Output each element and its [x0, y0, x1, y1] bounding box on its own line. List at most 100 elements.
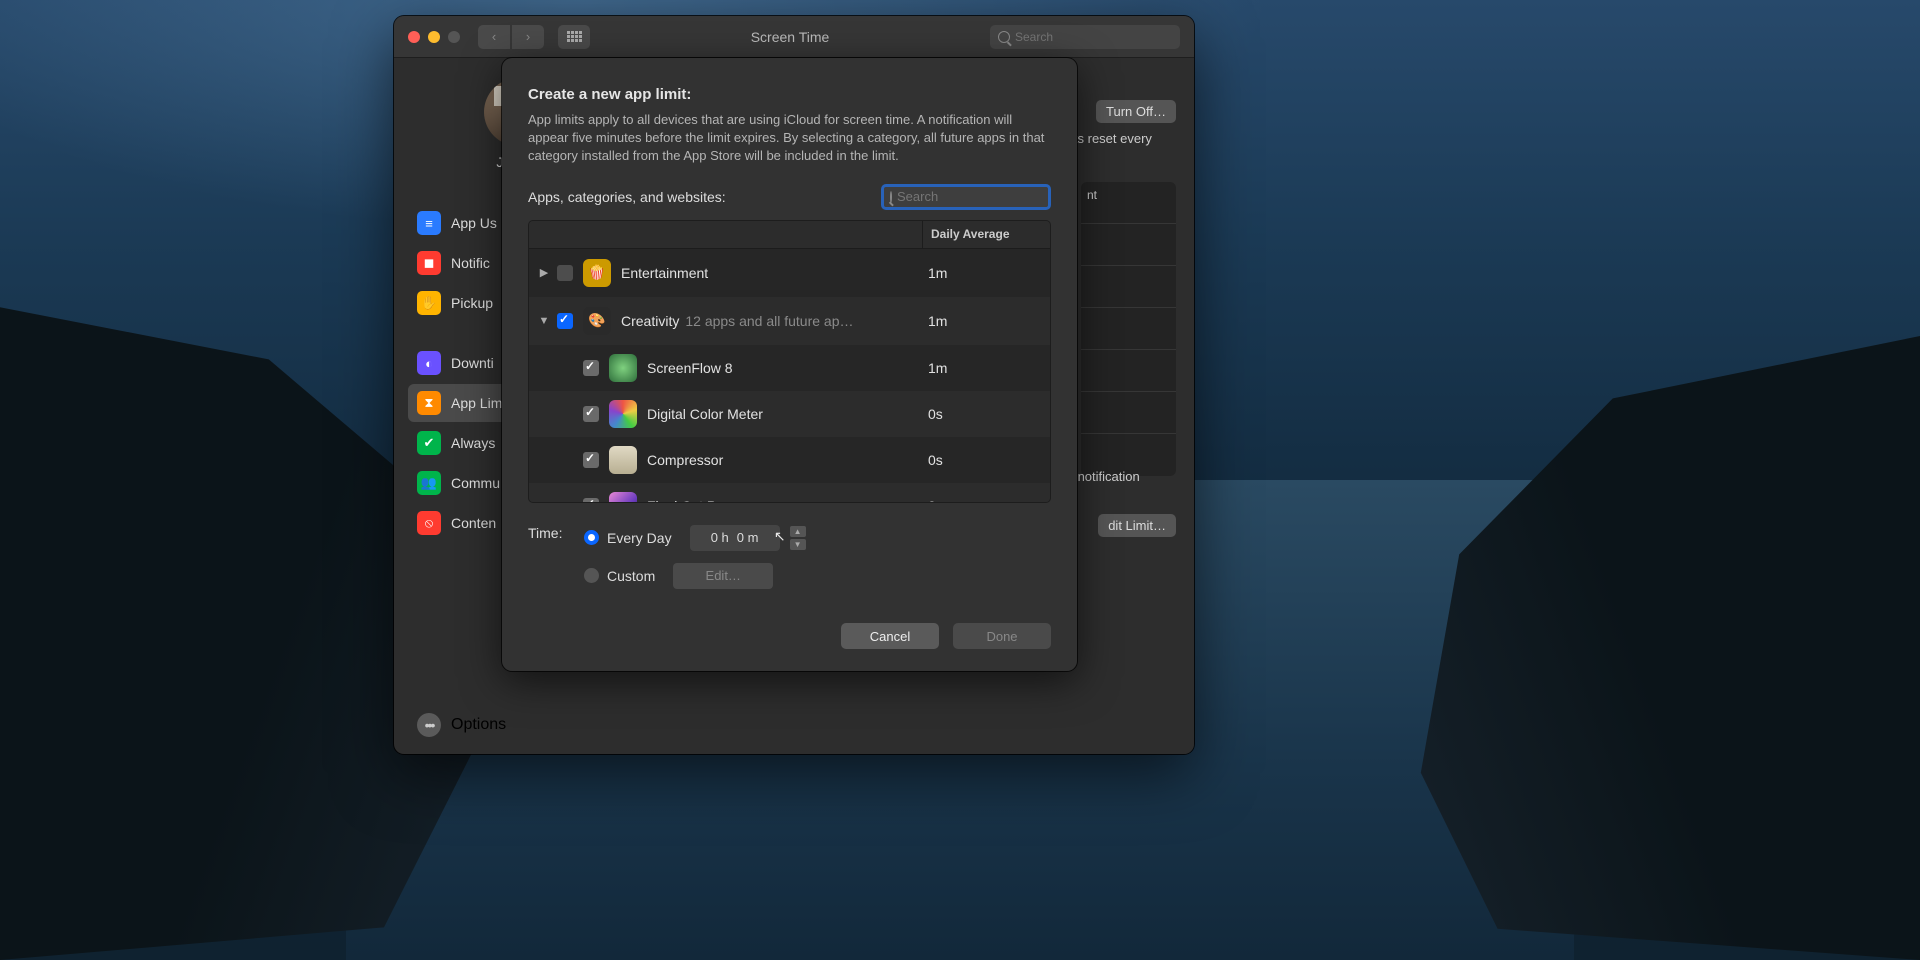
- search-icon: [890, 191, 892, 203]
- apps-table: Daily Average ▶ 🍿 Entertainment 1m ▼ 🎨 C…: [528, 220, 1051, 503]
- sidebar-item-label: Commu: [451, 475, 500, 491]
- row-label: Creativity: [621, 313, 679, 329]
- sidebar-item-label: Downti: [451, 355, 494, 371]
- digital-color-meter-icon: [609, 400, 637, 428]
- sidebar-item-label: App Us: [451, 215, 497, 231]
- options-label: Options: [451, 716, 506, 734]
- list-item[interactable]: [1081, 350, 1176, 392]
- column-daily-average: Daily Average: [922, 221, 1050, 248]
- titlebar: ‹ › Screen Time: [394, 16, 1194, 58]
- edit-custom-button[interactable]: Edit…: [673, 563, 773, 589]
- toolbar-search-input[interactable]: [1015, 30, 1172, 44]
- checkbox-checked[interactable]: [557, 313, 573, 329]
- new-app-limit-sheet: Create a new app limit: App limits apply…: [502, 58, 1077, 671]
- hourglass-icon: ⧗: [417, 391, 441, 415]
- limits-list: nt: [1081, 182, 1176, 476]
- checkbox-checked[interactable]: [583, 360, 599, 376]
- row-label: Digital Color Meter: [647, 406, 763, 422]
- time-section: Time: Every Day 0 h 0 m ↖ ▲▼ Custom Edit…: [528, 525, 1051, 589]
- minimize-window-button[interactable]: [428, 31, 440, 43]
- disclosure-down-icon[interactable]: ▼: [537, 315, 551, 327]
- done-button[interactable]: Done: [953, 623, 1051, 649]
- app-row-final-cut-pro[interactable]: Final Cut Pro 0s: [529, 483, 1050, 502]
- layers-icon: ≡: [417, 211, 441, 235]
- row-label: ScreenFlow 8: [647, 360, 733, 376]
- time-stepper[interactable]: 0 h 0 m ↖: [690, 525, 780, 551]
- checkbox[interactable]: [557, 265, 573, 281]
- grid-icon: [567, 31, 582, 42]
- stepper-buttons[interactable]: ▲▼: [790, 525, 806, 551]
- list-item[interactable]: [1081, 266, 1176, 308]
- sidebar-item-label: Always: [451, 435, 495, 451]
- row-average: 0s: [922, 406, 1050, 422]
- apps-categories-label: Apps, categories, and websites:: [528, 189, 726, 205]
- category-row-creativity[interactable]: ▼ 🎨 Creativity 12 apps and all future ap……: [529, 297, 1050, 345]
- notification-text: A notification: [1066, 468, 1176, 487]
- sidebar-item-label: Pickup: [451, 295, 493, 311]
- disclosure-right-icon[interactable]: ▶: [537, 266, 551, 279]
- checkbox-checked[interactable]: [583, 452, 599, 468]
- mouse-cursor-icon: ↖: [774, 528, 786, 545]
- check-badge-icon: ✔: [417, 431, 441, 455]
- cancel-button[interactable]: Cancel: [841, 623, 939, 649]
- stepper-up-icon[interactable]: ▲: [790, 526, 806, 537]
- compressor-icon: [609, 446, 637, 474]
- clock-icon: ◐: [417, 351, 441, 375]
- edit-limit-button[interactable]: dit Limit…: [1098, 514, 1176, 537]
- row-label: Entertainment: [621, 265, 708, 281]
- radio-custom[interactable]: [584, 568, 599, 583]
- list-item[interactable]: [1081, 392, 1176, 434]
- stepper-down-icon[interactable]: ▼: [790, 539, 806, 550]
- no-entry-icon: ⦸: [417, 511, 441, 535]
- row-average: 1m: [922, 265, 1050, 281]
- radio-every-day[interactable]: [584, 530, 599, 545]
- close-window-button[interactable]: [408, 31, 420, 43]
- hours-value: 0 h: [711, 530, 729, 545]
- category-row-entertainment[interactable]: ▶ 🍿 Entertainment 1m: [529, 249, 1050, 297]
- table-header: Daily Average: [529, 221, 1050, 249]
- row-average: 1m: [922, 360, 1050, 376]
- sidebar-item-label: Notific: [451, 255, 490, 271]
- checkbox-checked[interactable]: [583, 498, 599, 502]
- show-all-button[interactable]: [558, 25, 590, 49]
- custom-label: Custom: [607, 568, 655, 584]
- sheet-search[interactable]: [881, 184, 1051, 210]
- row-label: Compressor: [647, 452, 723, 468]
- app-row-screenflow[interactable]: ScreenFlow 8 1m: [529, 345, 1050, 391]
- creativity-icon: 🎨: [583, 307, 611, 335]
- every-day-label: Every Day: [607, 530, 672, 546]
- sidebar-item-label: App Lim: [451, 395, 502, 411]
- toolbar-search[interactable]: [990, 25, 1180, 49]
- minutes-value: 0 m: [737, 530, 759, 545]
- zoom-window-button[interactable]: [448, 31, 460, 43]
- sheet-search-input[interactable]: [897, 189, 1073, 204]
- list-item[interactable]: [1081, 308, 1176, 350]
- reset-text: its reset every: [1071, 130, 1176, 149]
- traffic-lights: [408, 31, 460, 43]
- screenflow-icon: [609, 354, 637, 382]
- final-cut-pro-icon: [609, 492, 637, 502]
- forward-button[interactable]: ›: [512, 25, 544, 49]
- bell-icon: ◼: [417, 251, 441, 275]
- sidebar-options[interactable]: ••• Options: [408, 706, 628, 744]
- app-row-digital-color-meter[interactable]: Digital Color Meter 0s: [529, 391, 1050, 437]
- time-label: Time:: [528, 525, 570, 541]
- list-item[interactable]: [1081, 224, 1176, 266]
- row-average: 0s: [922, 452, 1050, 468]
- search-icon: [998, 31, 1010, 43]
- sidebar-item-label: Conten: [451, 515, 496, 531]
- ellipsis-icon: •••: [417, 713, 441, 737]
- app-row-compressor[interactable]: Compressor 0s: [529, 437, 1050, 483]
- row-average: 1m: [922, 313, 1050, 329]
- window-title: Screen Time: [600, 29, 980, 45]
- back-button[interactable]: ‹: [478, 25, 510, 49]
- row-label: Final Cut Pro: [647, 498, 729, 502]
- hand-icon: ✋: [417, 291, 441, 315]
- turn-off-button[interactable]: Turn Off…: [1096, 100, 1176, 123]
- row-average: 0s: [922, 498, 1050, 502]
- sheet-description: App limits apply to all devices that are…: [528, 111, 1051, 166]
- people-icon: 👥: [417, 471, 441, 495]
- row-sublabel: 12 apps and all future ap…: [685, 313, 853, 329]
- checkbox-checked[interactable]: [583, 406, 599, 422]
- sheet-heading: Create a new app limit:: [528, 86, 1051, 103]
